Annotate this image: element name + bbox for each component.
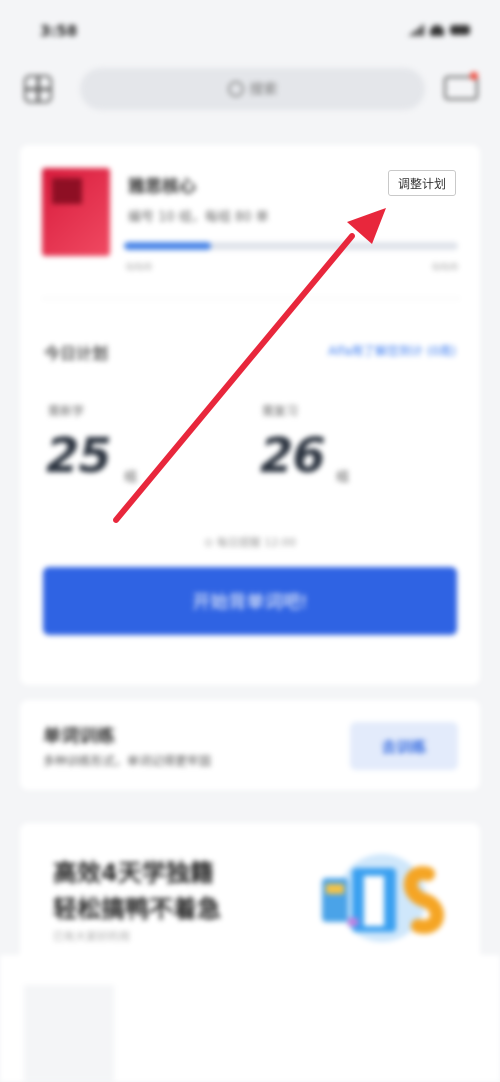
search-placeholder: 搜索 (249, 82, 278, 98)
promo-headline-2: 轻松搞鸭不着急 (53, 895, 221, 923)
wifi-icon (430, 24, 444, 36)
go-training-button[interactable]: 去训练 (350, 722, 458, 770)
plan-link[interactable]: Alfa用了解您到计 (0周) (328, 342, 456, 359)
search-bar[interactable]: 搜索 (80, 68, 425, 110)
progress-left-text: 0/0/0 (126, 262, 152, 273)
book-meta: 编号 10 组，每组 80 单 (128, 210, 269, 225)
adjust-plan-button[interactable]: 调整计划 (388, 170, 456, 196)
bottom-tab-placeholder (24, 985, 114, 1082)
review-unit: 组 (336, 470, 350, 485)
promo-illustration (322, 854, 444, 942)
status-time: 3:58 (40, 22, 78, 40)
book-progress-bar (124, 242, 458, 250)
training-subtitle: 多种训练形式，单词记得更牢固 (43, 754, 212, 768)
book-cover[interactable] (42, 168, 110, 256)
learn-unit: 组 (124, 470, 138, 485)
daily-reminder[interactable]: ⊙ 每日提醒 12:00 (0, 534, 500, 550)
promo-headline-1: 高效4天学独籍 (53, 859, 214, 887)
signal-icon (408, 24, 424, 36)
promo-subtext: 已有大家好的用 (53, 930, 130, 943)
grid-menu-icon[interactable] (24, 75, 52, 103)
progress-right-text: 0/0/0 (432, 262, 458, 273)
divider (42, 298, 460, 299)
review-label: 需复习 (262, 404, 299, 418)
learn-count: 25 (46, 428, 112, 484)
training-title: 单词训练 (43, 726, 115, 747)
book-name: 雅思核心 (128, 177, 196, 197)
notification-dot (470, 72, 478, 80)
status-icons (408, 24, 470, 36)
learn-label: 需新学 (48, 404, 85, 418)
book-progress-fill (124, 242, 211, 250)
start-learning-button[interactable]: 开始背单词吧! (43, 567, 457, 635)
battery-icon (450, 25, 470, 35)
search-icon (227, 81, 244, 97)
plan-title: 今日计划 (44, 344, 109, 363)
review-count: 26 (260, 428, 326, 484)
